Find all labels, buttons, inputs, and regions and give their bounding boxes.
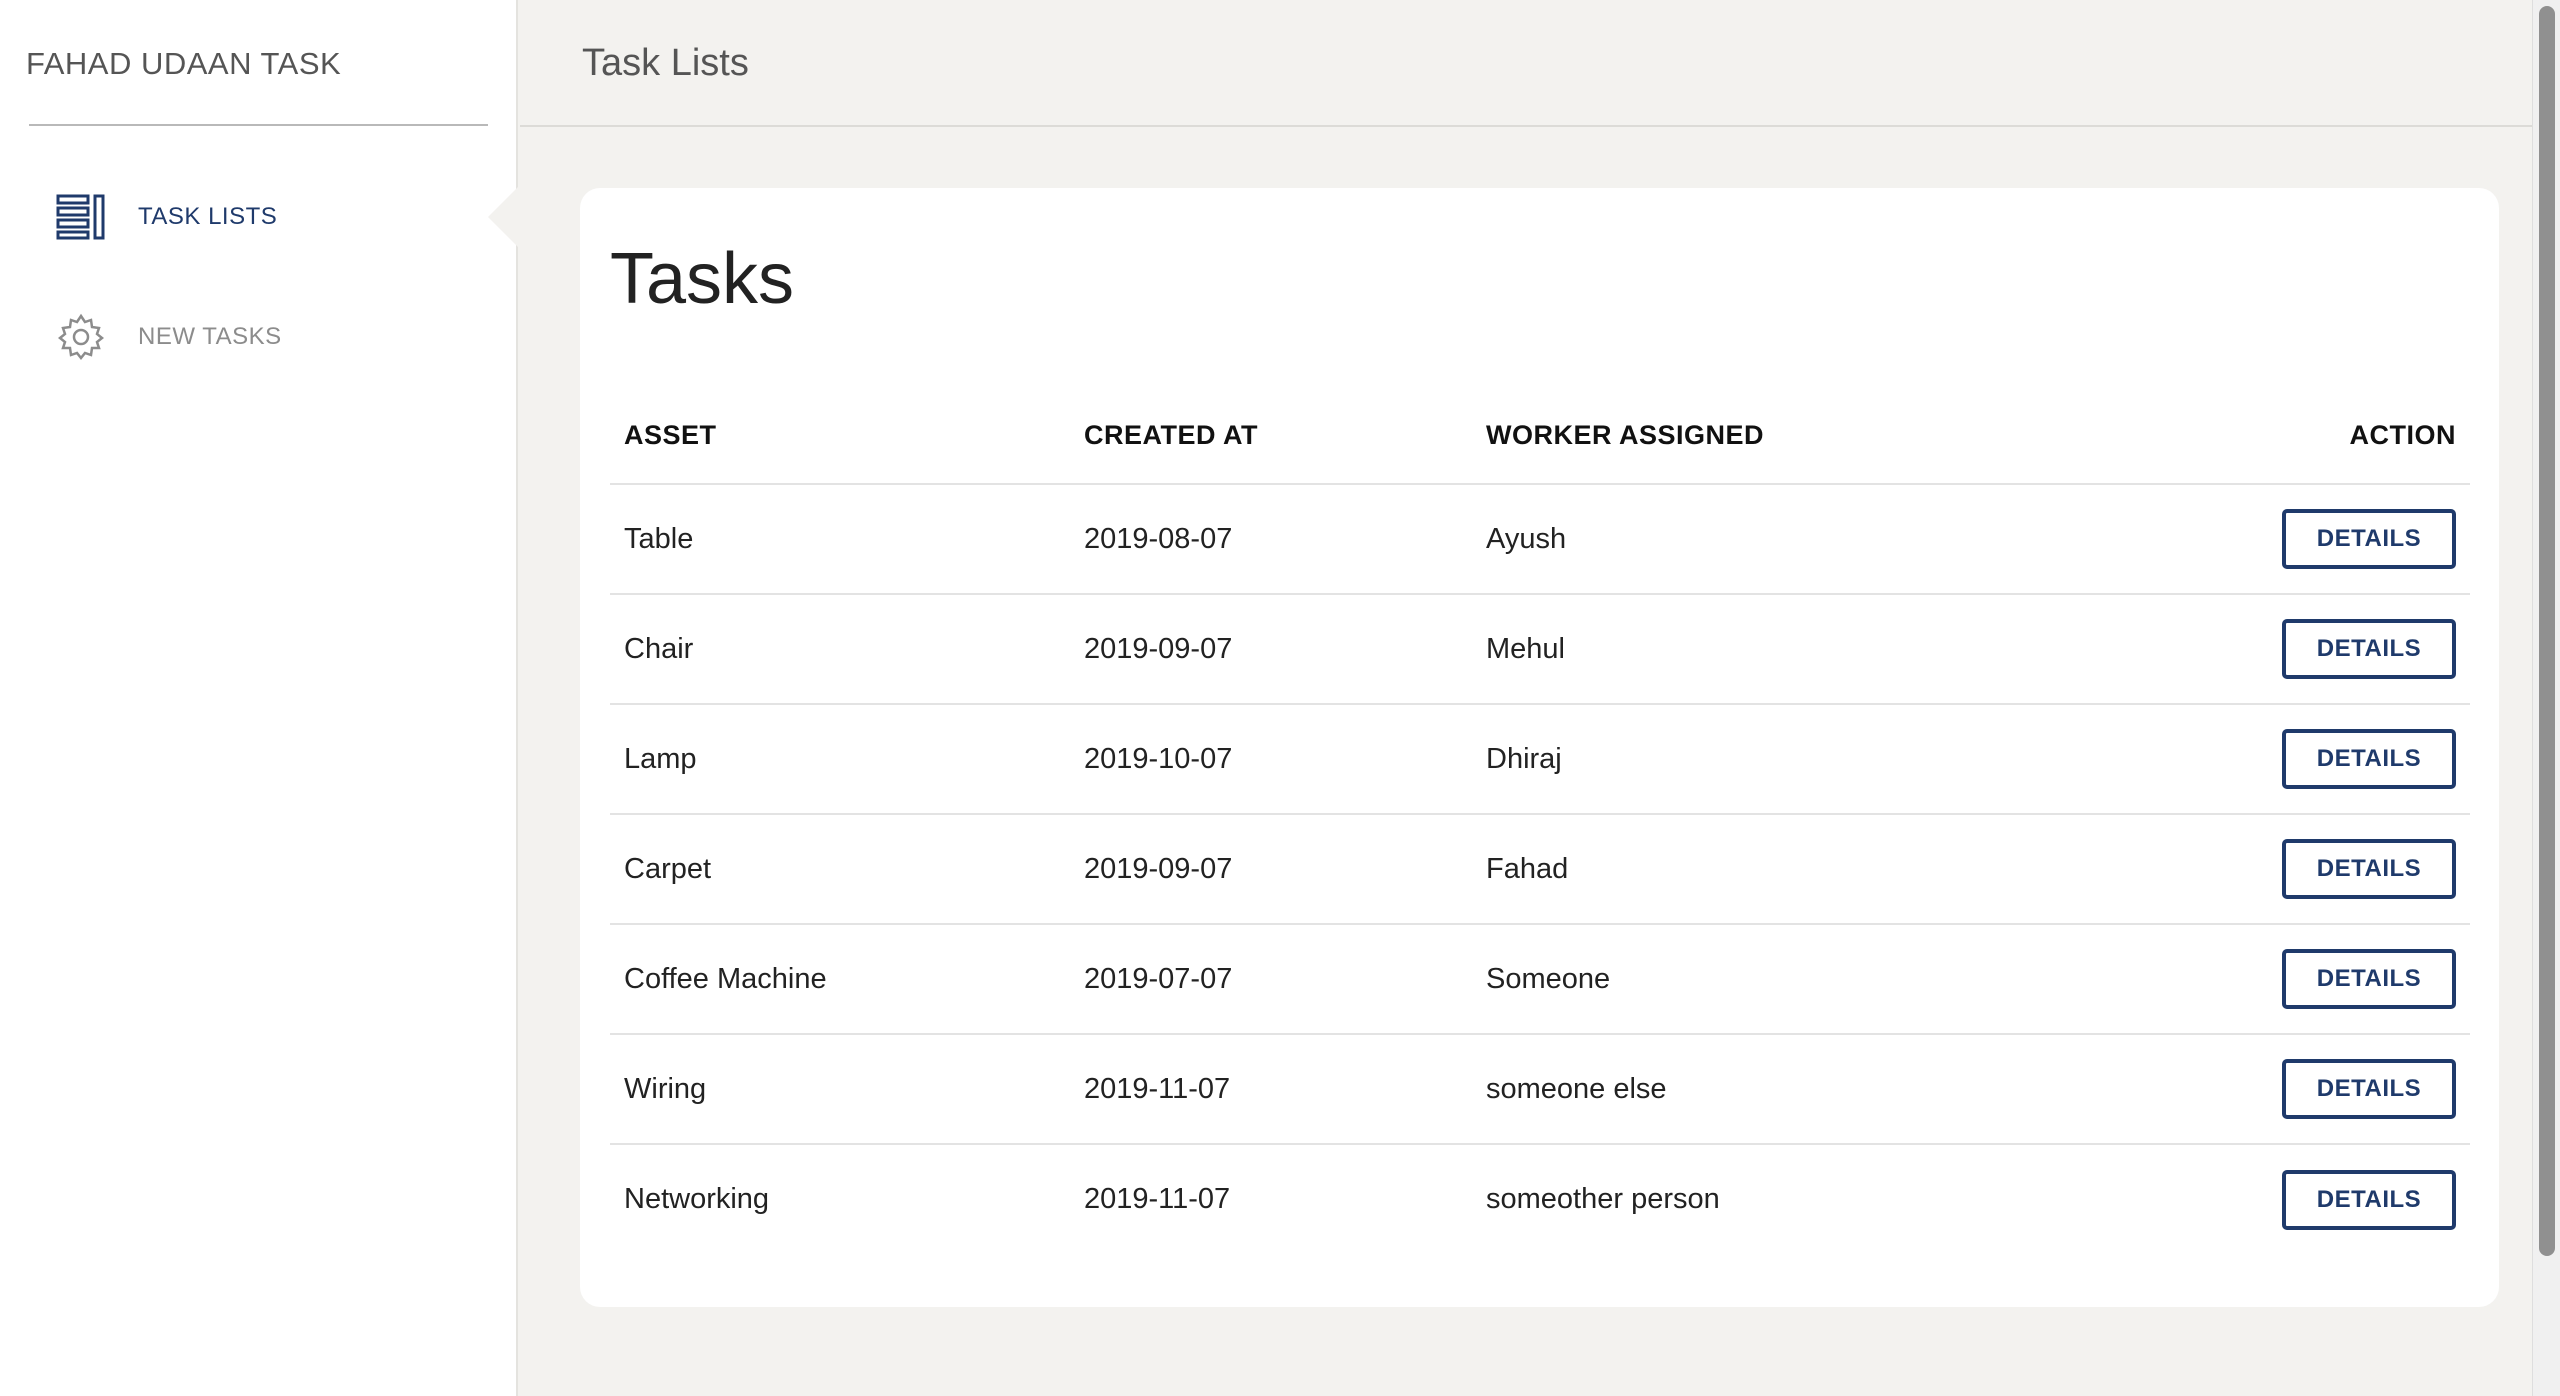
cell-asset: Carpet xyxy=(610,814,1070,925)
active-indicator xyxy=(488,185,520,249)
card-title: Tasks xyxy=(610,239,795,319)
column-header-asset: ASSET xyxy=(610,388,1070,485)
cell-action: DETAILS xyxy=(2072,1034,2470,1145)
cell-worker: someother person xyxy=(1486,1183,1720,1215)
table-row: Coffee Machine 2019-07-07 Someone DETAIL… xyxy=(610,924,2470,1035)
sidebar: FAHAD UDAAN TASK TASK LISTS NEW TASKS xyxy=(0,0,520,1396)
sidebar-item-label: TASK LISTS xyxy=(138,203,278,230)
tasks-card: Tasks ASSET CREATED AT WORKER ASSIGNED A… xyxy=(580,188,2499,1307)
cell-worker: Fahad xyxy=(1472,814,2072,925)
cell-worker: Dhiraj xyxy=(1472,704,2072,815)
column-header-action: ACTION xyxy=(2072,388,2470,485)
cell-action: DETAILS xyxy=(2072,814,2470,925)
table-row: Carpet 2019-09-07 Fahad DETAILS xyxy=(610,814,2470,925)
tasks-table: ASSET CREATED AT WORKER ASSIGNED ACTION … xyxy=(610,388,2470,1254)
cell-asset: Wiring xyxy=(610,1034,1070,1145)
details-button[interactable]: DETAILS xyxy=(2282,729,2456,789)
cell-created-at: 2019-10-07 xyxy=(1070,704,1472,815)
cell-action: DETAILS xyxy=(2072,924,2470,1035)
table-row: Table 2019-08-07 Ayush DETAILS xyxy=(610,484,2470,595)
cell-worker: someone else xyxy=(1472,1034,2072,1145)
details-button[interactable]: DETAILS xyxy=(2282,509,2456,569)
column-header-created-at: CREATED AT xyxy=(1070,388,1472,485)
page-header: Task Lists xyxy=(520,0,2532,127)
table-row: Chair 2019-09-07 Mehul DETAILS xyxy=(610,594,2470,705)
sidebar-item-task-lists[interactable]: TASK LISTS xyxy=(0,177,518,257)
cell-created-at: 2019-09-07 xyxy=(1070,594,1472,705)
app-root: FAHAD UDAAN TASK TASK LISTS NEW TASKS Ta… xyxy=(0,0,2560,1396)
brand-title: FAHAD UDAAN TASK xyxy=(26,46,342,81)
cell-asset: Lamp xyxy=(610,704,1070,815)
cell-asset: Coffee Machine xyxy=(610,924,1070,1035)
details-button[interactable]: DETAILS xyxy=(2282,619,2456,679)
column-header-worker: WORKER ASSIGNED xyxy=(1472,388,2072,485)
cell-worker: Someone xyxy=(1472,924,2072,1035)
cell-action: DETAILS xyxy=(2072,1144,2470,1254)
cell-created-at: 2019-09-07 xyxy=(1070,814,1472,925)
cell-asset: Networking xyxy=(624,1183,770,1215)
scrollbar-thumb[interactable] xyxy=(2539,6,2555,1256)
cell-worker: Ayush xyxy=(1472,484,2072,595)
cell-created-at: 2019-08-07 xyxy=(1070,484,1472,595)
sidebar-item-label: NEW TASKS xyxy=(138,323,282,350)
table-row: Wiring 2019-11-07 someone else DETAILS xyxy=(610,1034,2470,1145)
cell-asset: Table xyxy=(610,484,1070,595)
cell-action: DETAILS xyxy=(2072,594,2470,705)
details-button[interactable]: DETAILS xyxy=(2282,949,2456,1009)
cell-created-at: 2019-11-07 xyxy=(1070,1034,1472,1145)
cell-action: DETAILS xyxy=(2072,484,2470,595)
vertical-scrollbar[interactable] xyxy=(2532,0,2560,1396)
table-row: Networking 2019-11-07 someother person D… xyxy=(610,1144,2470,1254)
cell-asset: Chair xyxy=(610,594,1070,705)
table-row: Lamp 2019-10-07 Dhiraj DETAILS xyxy=(610,704,2470,815)
gear-icon xyxy=(56,312,106,362)
list-icon xyxy=(56,192,106,242)
table-header-row: ASSET CREATED AT WORKER ASSIGNED ACTION xyxy=(610,388,2470,485)
cell-created-at: 2019-07-07 xyxy=(1070,924,1472,1035)
cell-worker: Mehul xyxy=(1472,594,2072,705)
cell-action: DETAILS xyxy=(2072,704,2470,815)
details-button[interactable]: DETAILS xyxy=(2282,1169,2456,1230)
details-button[interactable]: DETAILS xyxy=(2282,1059,2456,1119)
cell-created-at: 2019-11-07 xyxy=(1084,1183,1231,1215)
details-button[interactable]: DETAILS xyxy=(2282,839,2456,899)
sidebar-item-new-tasks[interactable]: NEW TASKS xyxy=(0,297,518,377)
brand-divider xyxy=(29,124,488,126)
page-title: Task Lists xyxy=(582,42,749,84)
